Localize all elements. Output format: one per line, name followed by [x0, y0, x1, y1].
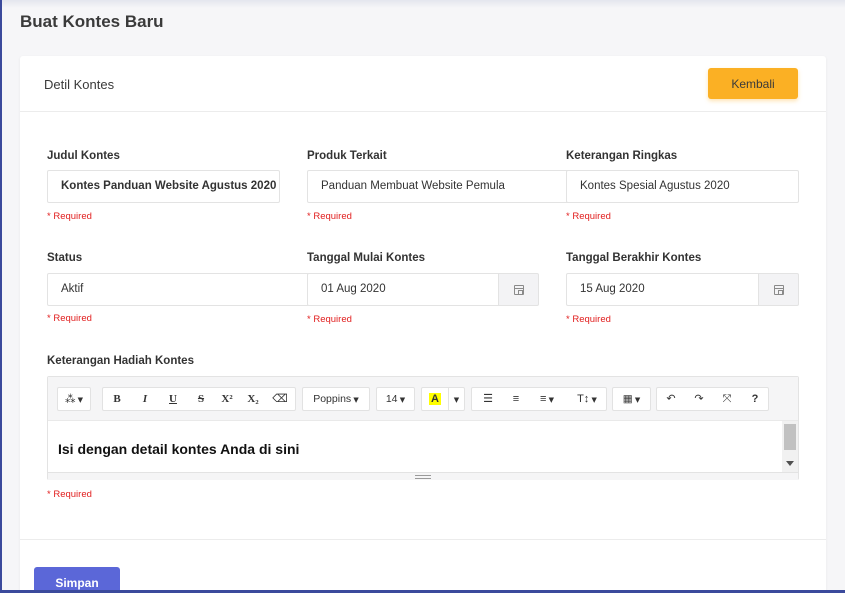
topbar-shadow	[0, 0, 845, 8]
align-dropdown[interactable]: ≡ ▼	[530, 388, 564, 410]
status-label: Status	[47, 252, 83, 264]
produk-required: * Required	[307, 211, 352, 222]
magic-wand-icon: ⁂	[64, 393, 76, 405]
font-size-dropdown[interactable]: 14 ▼	[376, 387, 415, 411]
font-name-dropdown[interactable]: Poppins ▼	[302, 387, 370, 411]
text-color-button[interactable]: A	[422, 388, 448, 410]
berakhir-label: Tanggal Berakhir Kontes	[566, 252, 702, 264]
hadiah-editor: ⁂ ▼ B I U S X² X₂ ⌫ Poppins ▼ 14 ▼ A ▼ ☰…	[47, 376, 799, 480]
ringkas-required: * Required	[566, 211, 611, 222]
status-required: * Required	[47, 313, 92, 324]
line-height-dropdown[interactable]: T↕ ▼	[568, 388, 606, 410]
editor-content[interactable]: Isi dengan detail kontes Anda di sini	[48, 421, 782, 472]
strikethrough-button[interactable]: S	[187, 388, 215, 410]
misc-group: ↶ ↷ ⤧ ?	[656, 387, 769, 411]
eraser-icon[interactable]: ⌫	[266, 388, 294, 410]
magic-style-button[interactable]: ⁂ ▼	[57, 387, 91, 411]
unordered-list-icon[interactable]: ≡	[502, 388, 530, 410]
contest-form-card: Detil Kontes Kembali Judul Kontes Kontes…	[20, 56, 826, 593]
left-rule	[0, 0, 2, 593]
scroll-down-arrow-icon[interactable]	[786, 461, 794, 466]
font-size-value: 14	[385, 393, 398, 405]
ringkas-input[interactable]: Kontes Spesial Agustus 2020	[566, 170, 799, 203]
judul-input[interactable]: Kontes Panduan Website Agustus 2020	[47, 170, 280, 203]
color-group: A ▼	[421, 387, 465, 411]
italic-button[interactable]: I	[131, 388, 159, 410]
produk-select[interactable]: Panduan Membuat Website Pemula	[307, 170, 569, 203]
card-title: Detil Kontes	[44, 77, 115, 92]
footer-divider	[20, 539, 826, 540]
table-icon: ▦	[622, 393, 633, 405]
table-dropdown[interactable]: ▦ ▼	[612, 387, 651, 411]
back-button[interactable]: Kembali	[708, 68, 798, 99]
mulai-label: Tanggal Mulai Kontes	[307, 252, 425, 264]
status-select[interactable]: Aktif	[47, 273, 309, 306]
hadiah-required: * Required	[47, 489, 92, 500]
card-header: Detil Kontes Kembali	[20, 56, 826, 112]
ordered-list-icon[interactable]: ☰	[474, 388, 502, 410]
editor-toolbar: ⁂ ▼ B I U S X² X₂ ⌫ Poppins ▼ 14 ▼ A ▼ ☰…	[48, 377, 798, 421]
bold-button[interactable]: B	[103, 388, 131, 410]
paragraph-group: ☰ ≡ ≡ ▼ T↕ ▼	[471, 387, 607, 411]
berakhir-date-input[interactable]: 15 Aug 2020	[566, 273, 759, 306]
judul-required: * Required	[47, 211, 92, 222]
subscript-button[interactable]: X₂	[239, 388, 267, 410]
mulai-date-input[interactable]: 01 Aug 2020	[307, 273, 499, 306]
scroll-thumb[interactable]	[784, 424, 796, 450]
judul-label: Judul Kontes	[47, 150, 120, 162]
help-icon[interactable]: ?	[741, 388, 769, 410]
mulai-calendar-button[interactable]	[499, 273, 539, 306]
font-name-value: Poppins	[313, 393, 352, 405]
redo-icon[interactable]: ↷	[685, 388, 713, 410]
ringkas-label: Keterangan Ringkas	[566, 150, 678, 162]
editor-resize-handle[interactable]	[48, 472, 798, 480]
font-style-group: B I U S X² X₂ ⌫	[102, 387, 296, 411]
berakhir-required: * Required	[566, 314, 611, 325]
hadiah-label: Keterangan Hadiah Kontes	[47, 355, 194, 367]
page-title: Buat Kontes Baru	[20, 12, 164, 31]
produk-label: Produk Terkait	[307, 150, 387, 162]
grip-icon	[415, 475, 431, 479]
undo-icon[interactable]: ↶	[657, 388, 685, 410]
line-height-icon: T↕	[577, 393, 590, 405]
color-a-icon: A	[429, 393, 441, 405]
calendar-icon	[514, 285, 524, 295]
color-dropdown-button[interactable]: ▼	[448, 388, 464, 410]
fullscreen-icon[interactable]: ⤧	[713, 388, 741, 410]
editor-scrollbar[interactable]	[782, 421, 798, 472]
mulai-required: * Required	[307, 314, 352, 325]
underline-button[interactable]: U	[159, 388, 187, 410]
berakhir-calendar-button[interactable]	[759, 273, 799, 306]
superscript-button[interactable]: X²	[213, 388, 241, 410]
calendar-icon	[774, 285, 784, 295]
